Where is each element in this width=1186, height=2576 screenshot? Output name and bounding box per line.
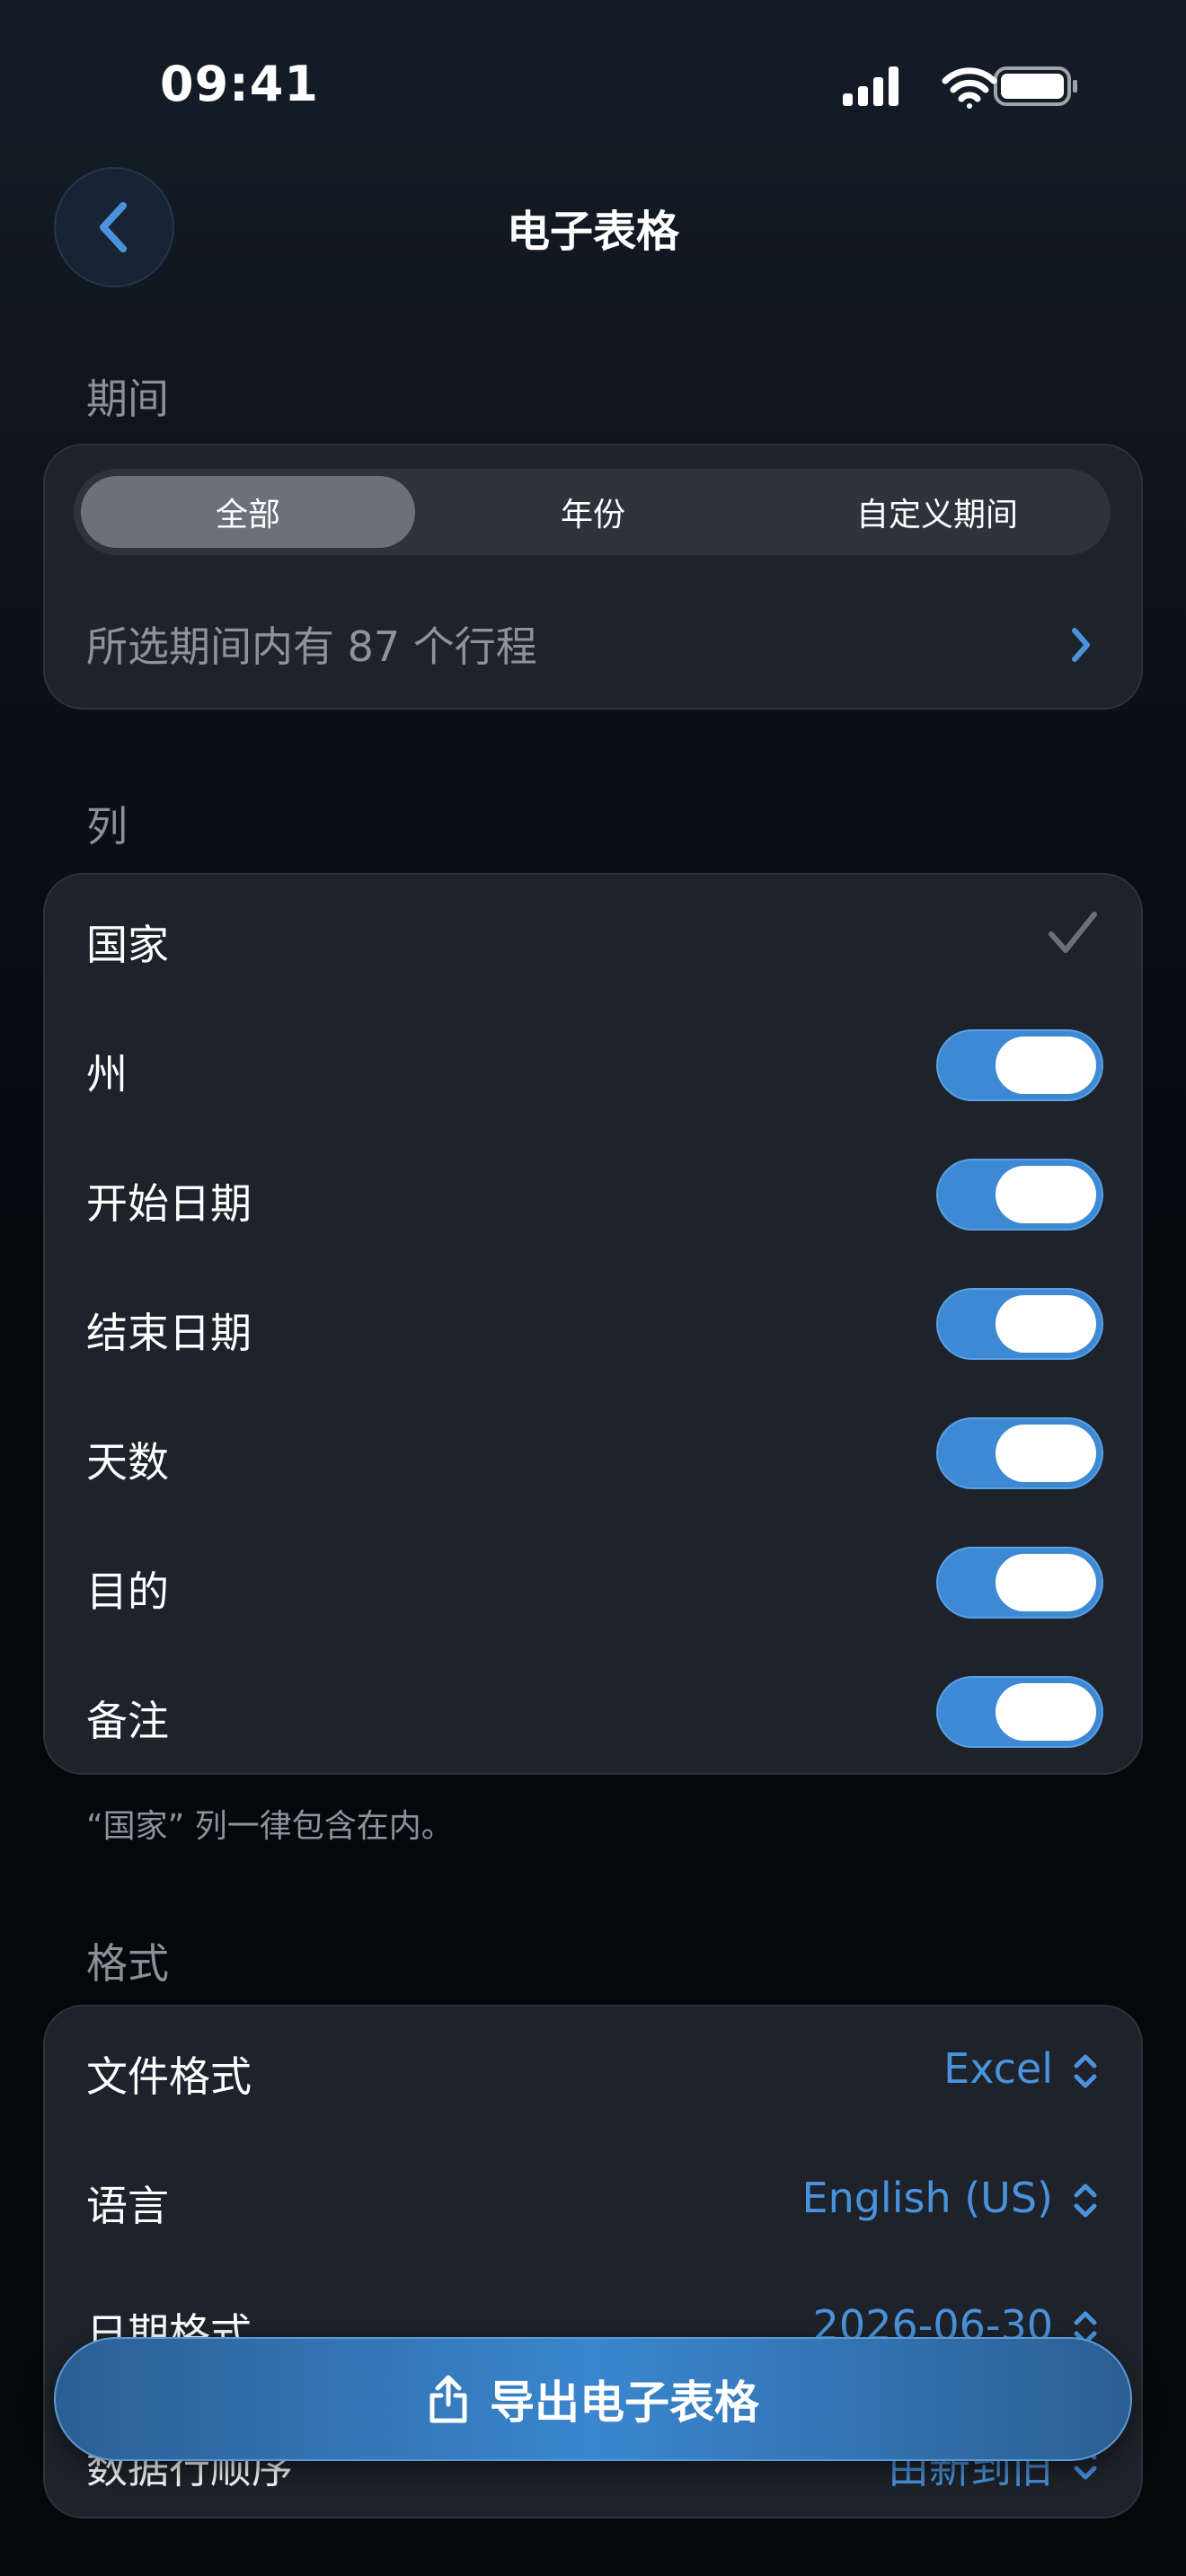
column-row-days: 天数 [86,1438,169,1486]
format-section-label: 格式 [86,1939,169,1988]
language-value[interactable]: English (US) [802,2174,1053,2222]
page-title: 电子表格 [506,207,679,257]
segment-year[interactable]: 年份 [426,476,760,548]
toggle-days[interactable] [936,1417,1103,1489]
toggle-purpose[interactable] [936,1547,1103,1619]
chevron-right-icon[interactable] [1067,623,1094,666]
format-row-language: 语言 [86,2182,169,2230]
format-row-file-format: 文件格式 [86,2052,252,2101]
signal-icon [843,66,898,106]
status-icons [843,66,1077,109]
toggle-knob [996,1166,1096,1223]
file-format-value[interactable]: Excel [943,2044,1053,2093]
wifi-icon [942,67,997,109]
updown-chevron-icon[interactable] [1071,2181,1100,2220]
checkmark-icon [1049,912,1097,953]
toggle-knob [996,1683,1096,1741]
battery-icon [994,66,1077,106]
column-row-notes: 备注 [86,1697,169,1745]
toggle-notes[interactable] [936,1676,1103,1748]
columns-section-label: 列 [86,802,128,851]
share-icon [429,2375,467,2423]
trips-summary[interactable]: 所选期间内有 87 个行程 [86,614,537,674]
segment-all[interactable]: 全部 [81,476,415,548]
column-row-purpose: 目的 [86,1567,169,1616]
column-row-start-date: 开始日期 [86,1179,252,1228]
toggle-knob [996,1037,1096,1094]
export-spreadsheet-button[interactable]: 导出电子表格 [54,2337,1132,2461]
segment-custom-period[interactable]: 自定义期间 [771,476,1103,548]
column-row-end-date: 结束日期 [86,1309,252,1357]
toggle-start-date[interactable] [936,1159,1103,1231]
toggle-knob [996,1425,1096,1482]
period-segmented-control: 全部 年份 自定义期间 [74,469,1111,555]
status-time: 09:41 [160,56,319,112]
toggle-end-date[interactable] [936,1288,1103,1360]
toggle-state[interactable] [936,1029,1103,1101]
updown-chevron-icon[interactable] [1071,2051,1100,2091]
period-section-label: 期间 [86,375,169,423]
column-row-country: 国家 [86,921,169,969]
column-row-state: 州 [86,1050,128,1098]
export-button-label: 导出电子表格 [490,2377,759,2429]
toggle-knob [996,1295,1096,1353]
toggle-knob [996,1554,1096,1611]
columns-footnote: “国家” 列一律包含在内。 [86,1808,454,1845]
